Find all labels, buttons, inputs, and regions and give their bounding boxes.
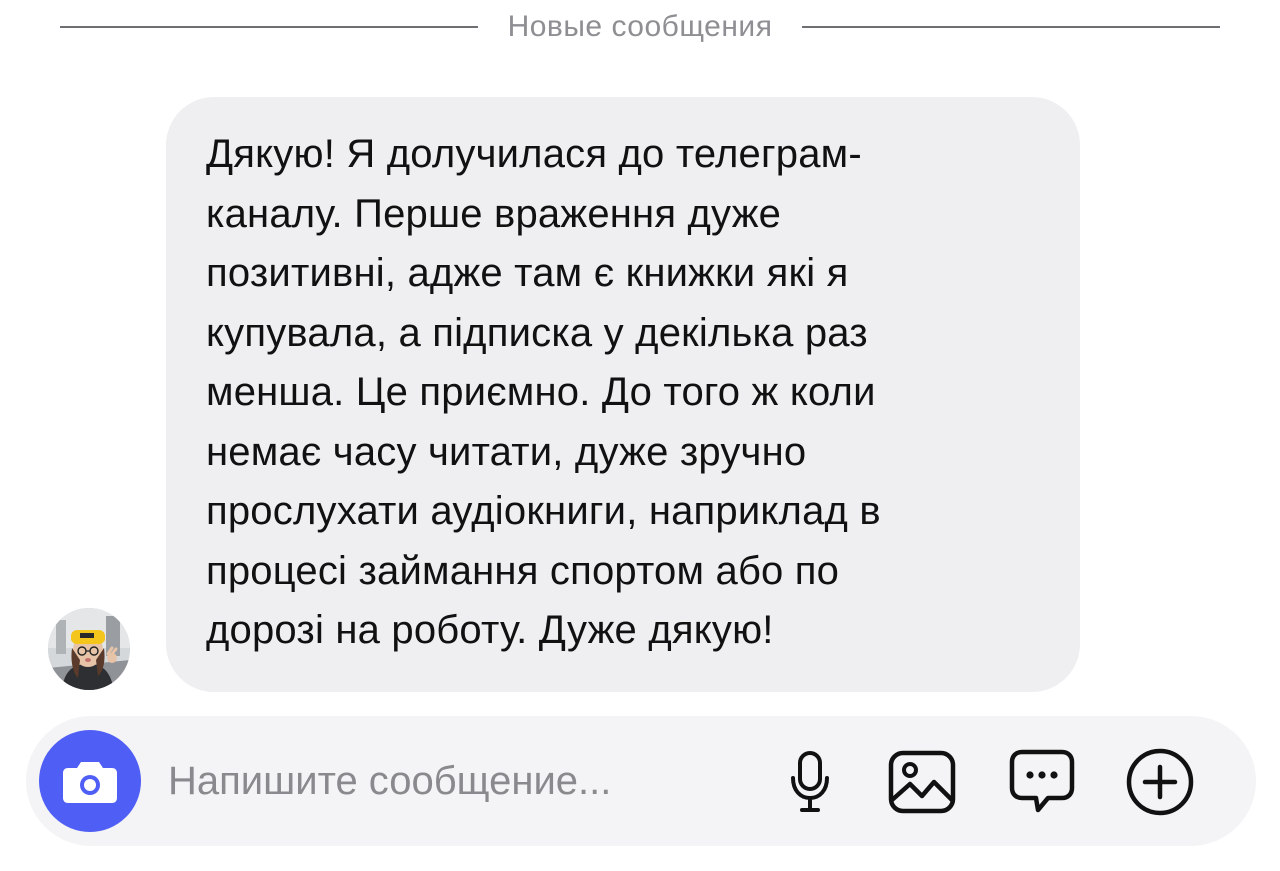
chat-screen: Новые сообщения Дякую! Я долучилася до т… <box>0 0 1280 871</box>
sticker-button[interactable] <box>1006 746 1078 818</box>
message-text: Дякую! Я долучилася до телеграм- каналу.… <box>206 132 881 652</box>
microphone-icon <box>791 751 829 812</box>
avatar[interactable] <box>48 608 130 690</box>
divider-line-left <box>60 26 478 28</box>
more-button[interactable] <box>1124 746 1196 818</box>
microphone-button[interactable] <box>774 746 846 818</box>
message-composer <box>26 716 1256 846</box>
image-icon <box>888 750 956 814</box>
message-bubble[interactable]: Дякую! Я долучилася до телеграм- каналу.… <box>166 97 1080 692</box>
plus-circle-icon <box>1126 748 1194 816</box>
gallery-button[interactable] <box>886 746 958 818</box>
new-messages-divider: Новые сообщения <box>60 8 1221 46</box>
camera-button[interactable] <box>39 730 141 832</box>
message-input[interactable] <box>168 746 728 816</box>
avatar-photo <box>48 608 130 690</box>
chat-bubble-icon <box>1009 749 1075 813</box>
new-messages-label: Новые сообщения <box>507 10 773 43</box>
divider-line-right <box>802 26 1221 28</box>
camera-icon <box>63 762 117 803</box>
